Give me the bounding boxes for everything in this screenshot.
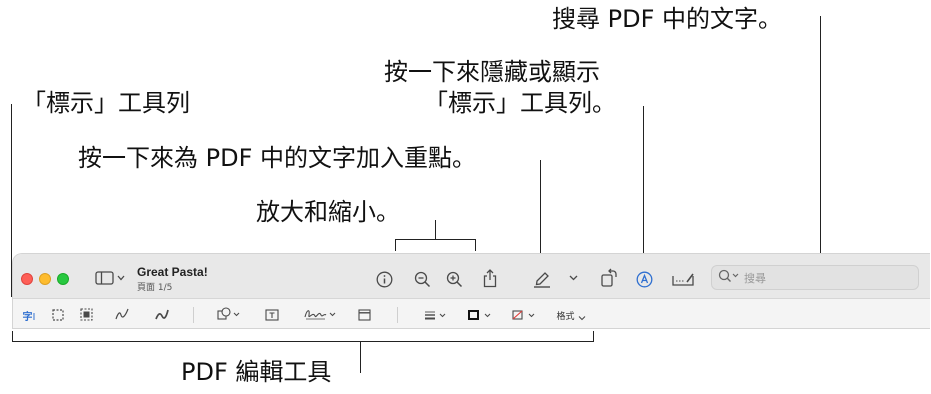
markup-separator <box>397 307 398 323</box>
signature-icon <box>303 306 337 325</box>
leader-edit-bracket <box>12 341 594 342</box>
leader-edit-stem <box>360 341 361 373</box>
highlight-icon <box>532 269 552 288</box>
callout-hide-markup-line2: 「標示」工具列。 <box>424 89 616 117</box>
info-button[interactable] <box>374 269 394 289</box>
highlight-menu-button[interactable] <box>567 272 579 284</box>
leader-zoom-left <box>395 239 396 251</box>
text-selection-icon: 字I <box>22 311 36 323</box>
note-tool[interactable] <box>355 306 373 324</box>
document-title: Great Pasta! <box>137 265 208 279</box>
markup-icon <box>636 271 653 288</box>
page-indicator: 頁面 1/5 <box>137 283 173 293</box>
rotate-icon <box>600 268 618 288</box>
callout-hide-markup-line1: 按一下來隱藏或顯示 <box>384 58 600 86</box>
callout-highlight: 按一下來為 PDF 中的文字加入重點。 <box>78 144 477 172</box>
zoom-in-button[interactable] <box>444 269 464 289</box>
leader-highlight <box>540 160 541 263</box>
draw-icon <box>154 306 170 325</box>
title-bar: Great Pasta! 頁面 1/5 搜尋 <box>13 254 930 299</box>
sketch-tool[interactable] <box>113 306 131 324</box>
text-box-icon <box>265 306 279 325</box>
draw-tool[interactable] <box>153 306 171 324</box>
shape-style-icon <box>423 306 449 325</box>
leader-search <box>820 16 821 266</box>
search-icon <box>718 268 740 287</box>
info-icon <box>376 271 393 288</box>
smart-lasso-icon <box>79 306 93 325</box>
leader-edit-right <box>593 331 594 342</box>
callout-search: 搜尋 PDF 中的文字。 <box>552 5 783 33</box>
leader-zoom-bracket <box>395 239 476 240</box>
chevron-down-icon <box>578 306 586 325</box>
zoom-out-icon <box>414 271 431 288</box>
rect-selection-icon <box>52 306 64 325</box>
share-button[interactable] <box>480 267 500 289</box>
leader-hide-markup <box>643 106 644 266</box>
sidebar-icon <box>95 271 125 285</box>
shape-style-menu[interactable] <box>421 306 451 324</box>
sketch-icon <box>114 306 130 325</box>
share-icon <box>482 268 498 288</box>
search-field[interactable]: 搜尋 <box>711 265 919 290</box>
rect-selection-tool[interactable] <box>49 306 67 324</box>
chevron-down-icon <box>569 275 578 281</box>
format-label: 格式 <box>556 311 575 322</box>
fill-color-icon <box>511 306 539 325</box>
markup-toolbar: 字I 格式 <box>13 299 930 328</box>
markup-toolbar-toggle-button[interactable] <box>634 269 654 289</box>
leader-zoom-stem <box>435 220 436 240</box>
border-color-icon <box>467 306 495 325</box>
text-box-tool[interactable] <box>263 306 281 324</box>
form-fill-button[interactable] <box>670 269 696 289</box>
callout-edit-tools: PDF 編輯工具 <box>181 358 332 386</box>
fill-color-menu[interactable] <box>509 306 541 324</box>
markup-separator <box>193 307 194 323</box>
shapes-icon <box>217 306 243 325</box>
highlight-button[interactable] <box>531 268 553 288</box>
preview-window: Great Pasta! 頁面 1/5 搜尋 字I 格式 <box>12 253 930 329</box>
zoom-out-button[interactable] <box>412 269 432 289</box>
border-color-menu[interactable] <box>465 306 497 324</box>
signature-tool[interactable] <box>301 306 339 324</box>
leader-zoom-right <box>475 239 476 251</box>
search-placeholder: 搜尋 <box>744 271 766 285</box>
callout-markup-toolbar: 「標示」工具列 <box>22 89 190 117</box>
format-menu[interactable]: 格式 <box>553 306 589 324</box>
minimize-button[interactable] <box>39 273 51 285</box>
text-selection-tool[interactable]: 字I <box>18 306 40 324</box>
zoom-window-button[interactable] <box>57 273 69 285</box>
smart-lasso-tool[interactable] <box>77 306 95 324</box>
rotate-button[interactable] <box>599 267 619 289</box>
sidebar-toggle-button[interactable] <box>93 269 127 287</box>
shapes-tool[interactable] <box>215 306 245 324</box>
zoom-in-icon <box>446 271 463 288</box>
form-fill-icon <box>671 272 695 287</box>
callout-zoom: 放大和縮小。 <box>256 198 400 226</box>
note-icon <box>357 306 371 325</box>
close-button[interactable] <box>21 273 33 285</box>
